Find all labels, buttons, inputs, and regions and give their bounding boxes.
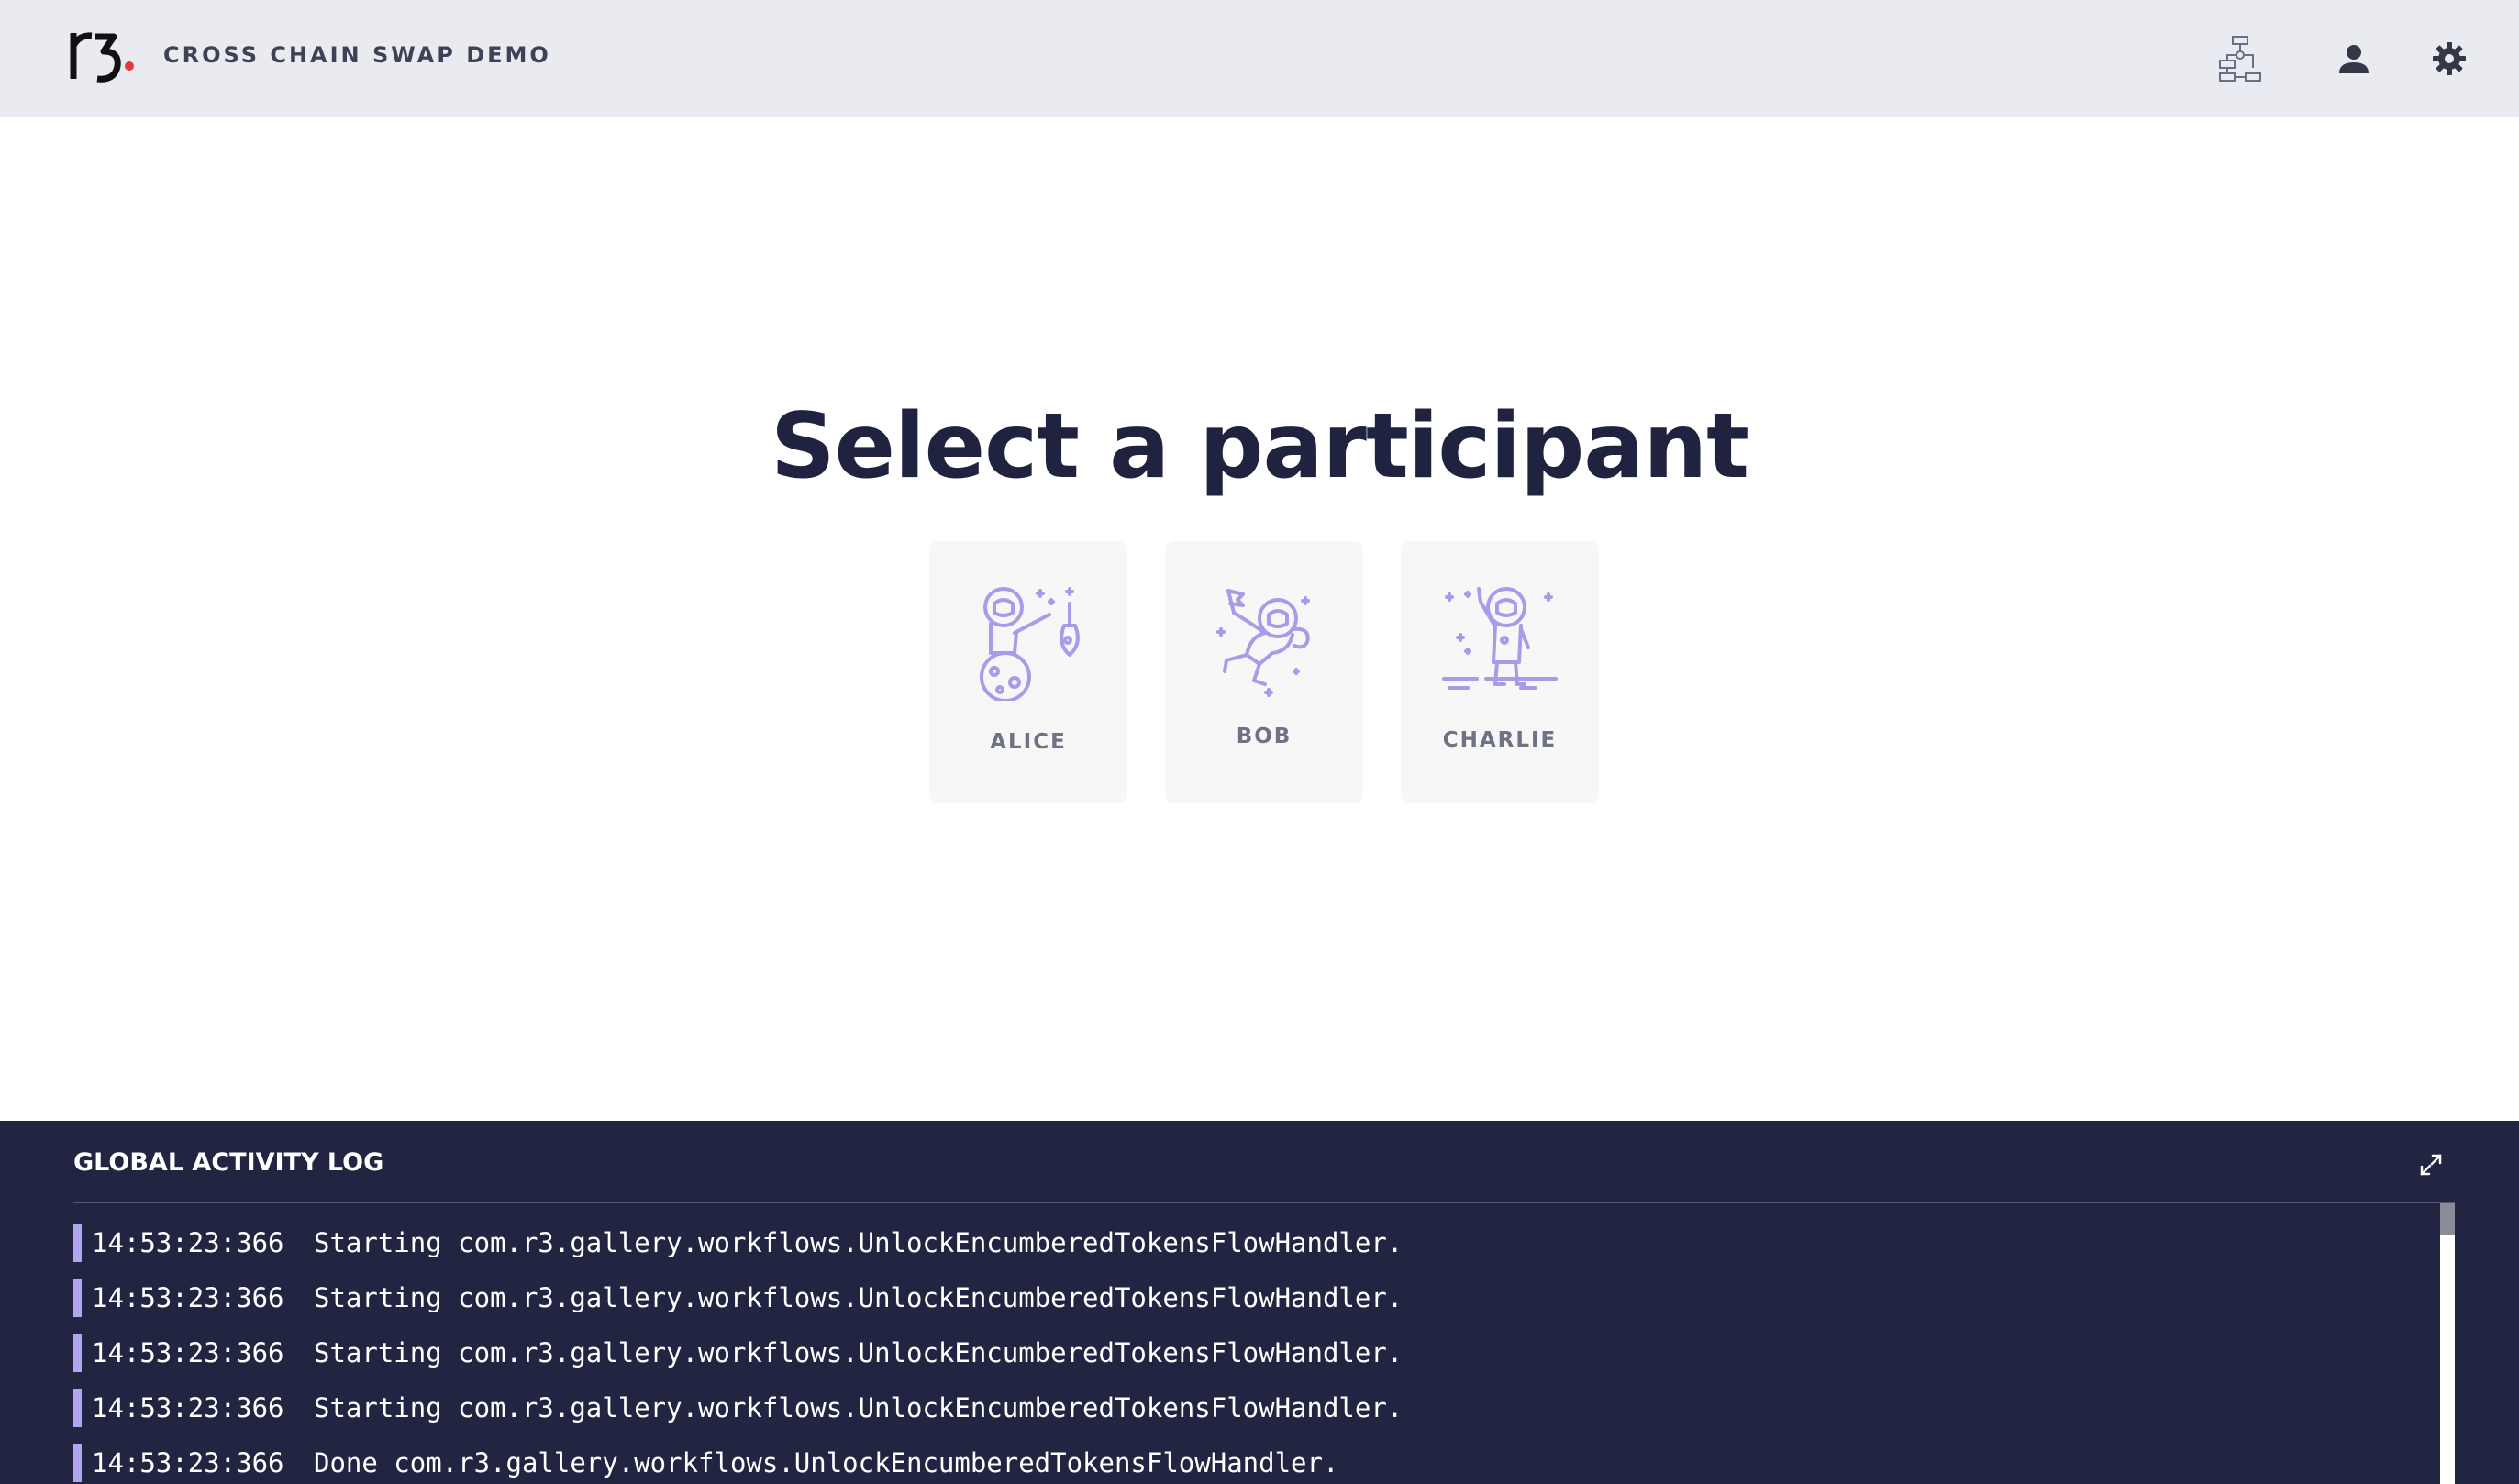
log-entry: 14:53:23:366 Done com.r3.gallery.workflo… [73, 1442, 2431, 1484]
page-title: Select a participant [770, 394, 1749, 499]
expand-icon [2420, 1154, 2442, 1176]
astronaut-floating-icon [1216, 589, 1310, 697]
app-title: CROSS CHAIN SWAP DEMO [163, 42, 551, 68]
log-divider [73, 1202, 2455, 1203]
log-entry: 14:53:23:366 Starting com.r3.gallery.wor… [73, 1387, 2431, 1442]
log-entry-time: 14:53:23:366 [92, 1337, 284, 1368]
activity-log-list[interactable]: 14:53:23:366 Starting com.r3.gallery.wor… [73, 1222, 2431, 1484]
participant-name: ALICE [990, 730, 1067, 754]
log-entry: 14:53:23:366 Starting com.r3.gallery.wor… [73, 1332, 2431, 1387]
user-icon [2339, 45, 2369, 73]
log-entry: 14:53:23:366 Starting com.r3.gallery.wor… [73, 1222, 2431, 1277]
participant-card-charlie[interactable]: CHARLIE [1401, 541, 1599, 803]
participant-list: ALICE BOB CHARLIE [929, 541, 1599, 803]
log-entry-time: 14:53:23:366 [92, 1392, 284, 1423]
log-entry-message: Starting com.r3.gallery.workflows.Unlock… [314, 1392, 1404, 1423]
log-entry-message: Starting com.r3.gallery.workflows.Unlock… [314, 1227, 1404, 1258]
log-entry-message: Starting com.r3.gallery.workflows.Unlock… [314, 1282, 1404, 1313]
participant-card-alice[interactable]: ALICE [929, 541, 1127, 803]
network-diagram-button[interactable] [2213, 31, 2268, 86]
activity-log-title: GLOBAL ACTIVITY LOG [73, 1148, 384, 1177]
user-button[interactable] [2326, 31, 2381, 86]
log-scrollbar[interactable] [2440, 1203, 2455, 1484]
astronaut-fishing-icon [980, 587, 1080, 701]
log-entry: 14:53:23:366 Starting com.r3.gallery.wor… [73, 1277, 2431, 1332]
log-entry-message: Starting com.r3.gallery.workflows.Unlock… [314, 1337, 1404, 1368]
participant-name: BOB [1236, 725, 1293, 748]
log-entry-time: 14:53:23:366 [92, 1227, 284, 1258]
log-entry-marker [73, 1389, 82, 1427]
log-entry-time: 14:53:23:366 [92, 1282, 284, 1313]
log-entry-time: 14:53:23:366 [92, 1447, 284, 1478]
participant-name: CHARLIE [1442, 728, 1558, 752]
network-diagram-icon [2219, 36, 2261, 82]
participant-card-bob[interactable]: BOB [1165, 541, 1363, 803]
log-entry-message: Done com.r3.gallery.workflows.UnlockEncu… [314, 1447, 1339, 1478]
astronaut-waving-icon [1442, 587, 1558, 690]
settings-button[interactable] [2422, 31, 2477, 86]
log-entry-marker [73, 1444, 82, 1482]
log-scrollbar-thumb[interactable] [2440, 1203, 2455, 1235]
activity-log-panel: GLOBAL ACTIVITY LOG 14:53:23:366 Startin… [0, 1121, 2519, 1484]
top-header: CROSS CHAIN SWAP DEMO [0, 0, 2519, 117]
log-entry-marker [73, 1224, 82, 1262]
expand-log-button[interactable] [2414, 1148, 2447, 1181]
log-entry-marker [73, 1279, 82, 1317]
gear-icon [2433, 42, 2466, 75]
r3-logo[interactable] [70, 28, 139, 88]
log-entry-marker [73, 1334, 82, 1372]
